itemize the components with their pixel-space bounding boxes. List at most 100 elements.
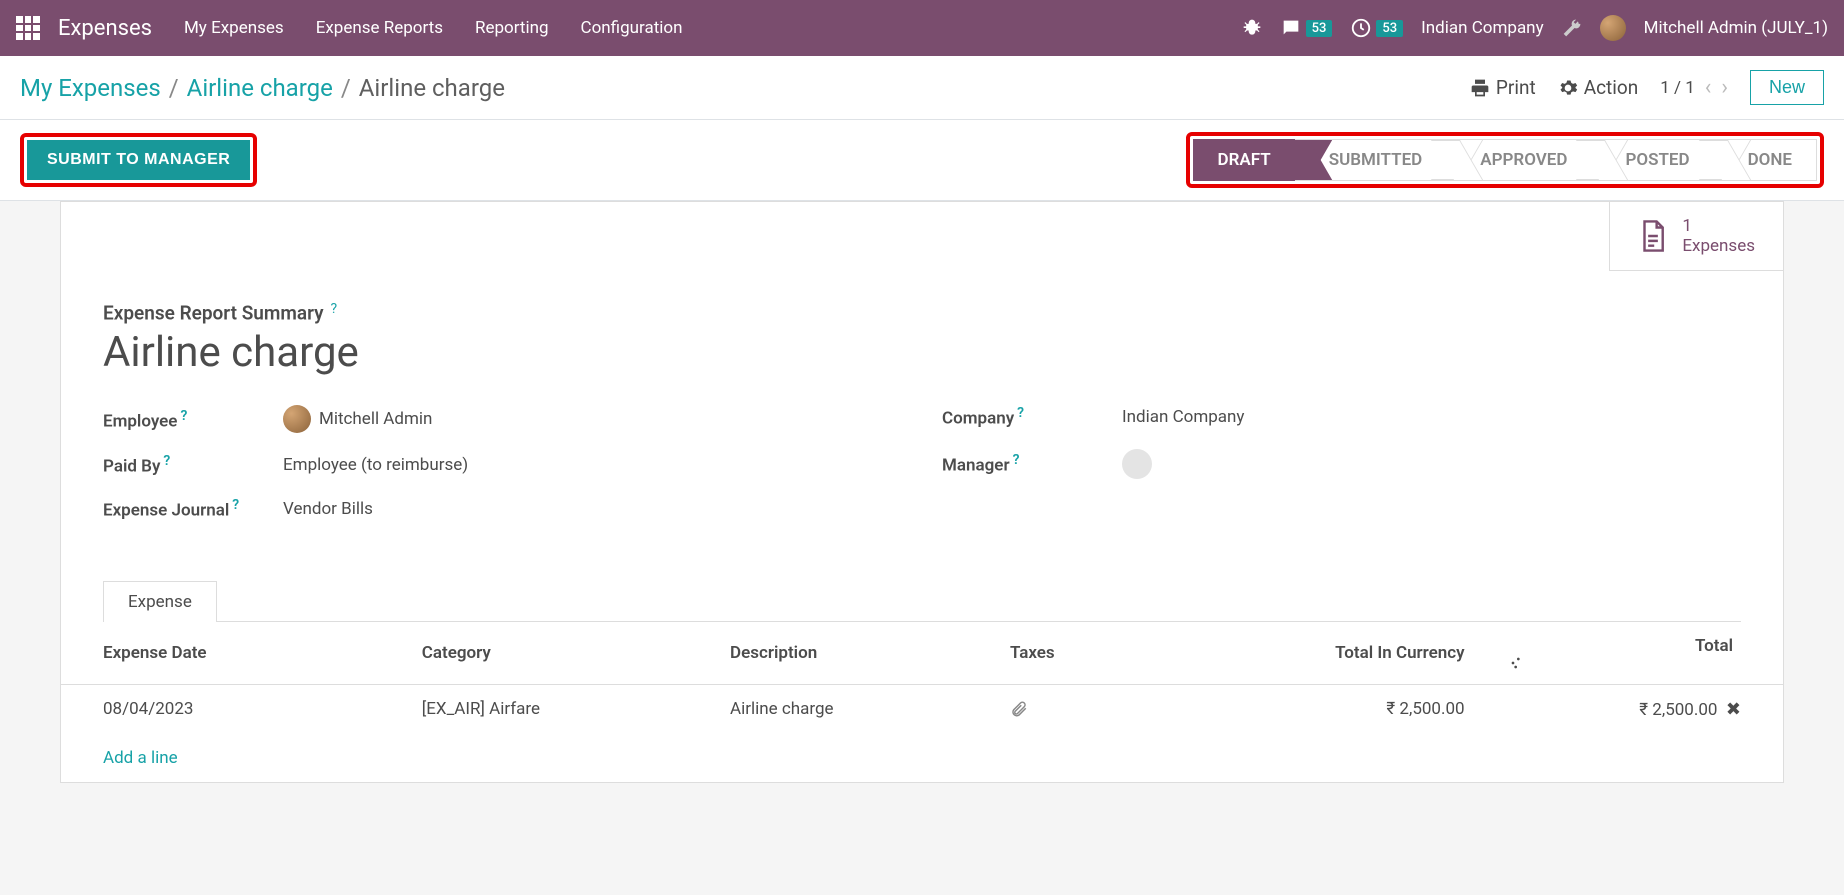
cell-total[interactable]: ₹ 2,500.00 ✖ xyxy=(1507,684,1783,734)
pager-text: 1 / 1 xyxy=(1660,78,1695,98)
print-label: Print xyxy=(1496,76,1536,99)
value-employee[interactable]: Mitchell Admin xyxy=(283,405,432,433)
breadcrumb-mid[interactable]: Airline charge xyxy=(187,74,333,102)
file-icon xyxy=(1638,219,1668,253)
label-employee: Employee? xyxy=(103,408,283,432)
form-sheet: 1 Expenses Expense Report Summary ? Airl… xyxy=(60,201,1784,783)
form-col-left: Employee? Mitchell Admin Paid By? Employ… xyxy=(103,405,902,540)
bug-icon[interactable] xyxy=(1242,18,1262,38)
th-date[interactable]: Expense Date xyxy=(61,622,422,685)
new-button[interactable]: New xyxy=(1750,70,1824,105)
column-settings-icon[interactable] xyxy=(1507,656,1741,670)
gear-icon xyxy=(1558,78,1578,98)
pager-prev[interactable]: ‹ xyxy=(1705,75,1712,100)
pager-next[interactable]: › xyxy=(1721,75,1728,100)
row-company: Company? Indian Company xyxy=(942,405,1741,429)
expense-table: Expense Date Category Description Taxes … xyxy=(61,622,1783,734)
th-total[interactable]: Total xyxy=(1507,622,1783,685)
th-description[interactable]: Description xyxy=(730,622,1010,685)
help-icon[interactable]: ? xyxy=(180,408,187,424)
value-journal[interactable]: Vendor Bills xyxy=(283,499,373,519)
apps-icon[interactable] xyxy=(16,16,40,40)
label-manager: Manager? xyxy=(942,452,1122,476)
th-taxes[interactable]: Taxes xyxy=(1010,622,1177,685)
attachment-icon[interactable] xyxy=(1010,700,1135,718)
breadcrumb-current: Airline charge xyxy=(359,74,505,102)
row-employee: Employee? Mitchell Admin xyxy=(103,405,902,433)
stat-count: 1 xyxy=(1682,216,1755,236)
label-company: Company? xyxy=(942,405,1122,429)
stat-text: 1 Expenses xyxy=(1682,216,1755,256)
nav-expense-reports[interactable]: Expense Reports xyxy=(316,18,443,38)
help-icon[interactable]: ? xyxy=(1017,405,1024,421)
messages-badge: 53 xyxy=(1306,20,1333,37)
cell-date[interactable]: 08/04/2023 xyxy=(61,684,422,734)
label-journal: Expense Journal? xyxy=(103,497,283,521)
cell-total-currency[interactable]: ₹ 2,500.00 xyxy=(1177,684,1507,734)
th-total-currency[interactable]: Total In Currency xyxy=(1177,622,1507,685)
value-paid-by[interactable]: Employee (to reimburse) xyxy=(283,455,468,475)
breadcrumb-sep: / xyxy=(341,74,351,102)
pager: 1 / 1 ‹ › xyxy=(1660,75,1728,100)
status-bar: DRAFT SUBMITTED APPROVED POSTED DONE xyxy=(1193,139,1818,181)
help-icon[interactable]: ? xyxy=(163,453,170,469)
sheet-body: Expense Report Summary ? Airline charge … xyxy=(61,271,1783,561)
employee-avatar xyxy=(283,405,311,433)
row-journal: Expense Journal? Vendor Bills xyxy=(103,497,902,521)
user-avatar[interactable] xyxy=(1600,15,1626,41)
user-name[interactable]: Mitchell Admin (JULY_1) xyxy=(1644,18,1828,38)
action-bar: SUBMIT TO MANAGER DRAFT SUBMITTED APPROV… xyxy=(0,120,1844,201)
tabs: Expense xyxy=(103,581,1741,622)
nav-configuration[interactable]: Configuration xyxy=(581,18,683,38)
help-icon[interactable]: ? xyxy=(331,301,338,317)
nav-my-expenses[interactable]: My Expenses xyxy=(184,18,284,38)
form-grid: Employee? Mitchell Admin Paid By? Employ… xyxy=(103,405,1741,540)
action-label: Action xyxy=(1584,76,1639,99)
breadcrumb: My Expenses / Airline charge / Airline c… xyxy=(20,74,505,102)
messages-icon[interactable]: 53 xyxy=(1280,17,1333,39)
control-bar: My Expenses / Airline charge / Airline c… xyxy=(0,56,1844,120)
nav-reporting[interactable]: Reporting xyxy=(475,18,549,38)
row-paid-by: Paid By? Employee (to reimburse) xyxy=(103,453,902,477)
stat-label: Expenses xyxy=(1682,236,1755,256)
sheet-container: 1 Expenses Expense Report Summary ? Airl… xyxy=(0,201,1844,823)
delete-row-icon[interactable]: ✖ xyxy=(1726,699,1741,720)
table-row[interactable]: 08/04/2023 [EX_AIR] Airfare Airline char… xyxy=(61,684,1783,734)
label-paid-by: Paid By? xyxy=(103,453,283,477)
company-selector[interactable]: Indian Company xyxy=(1421,18,1543,38)
brand-title[interactable]: Expenses xyxy=(58,16,152,41)
row-manager: Manager? xyxy=(942,449,1741,479)
breadcrumb-root[interactable]: My Expenses xyxy=(20,74,161,102)
nav-right: 53 53 Indian Company Mitchell Admin (JUL… xyxy=(1242,15,1828,41)
cell-taxes[interactable] xyxy=(1010,684,1177,734)
th-category[interactable]: Category xyxy=(422,622,730,685)
activities-badge: 53 xyxy=(1376,20,1403,37)
submit-to-manager-button[interactable]: SUBMIT TO MANAGER xyxy=(27,140,250,180)
table-header-row: Expense Date Category Description Taxes … xyxy=(61,622,1783,685)
summary-label-row: Expense Report Summary ? xyxy=(103,301,1741,324)
print-icon xyxy=(1470,78,1490,98)
control-right: Print Action 1 / 1 ‹ › New xyxy=(1470,70,1824,105)
highlight-status: DRAFT SUBMITTED APPROVED POSTED DONE xyxy=(1186,132,1825,188)
nav-menu: My Expenses Expense Reports Reporting Co… xyxy=(184,18,683,38)
cell-category[interactable]: [EX_AIR] Airfare xyxy=(422,684,730,734)
status-draft[interactable]: DRAFT xyxy=(1193,139,1295,181)
value-company[interactable]: Indian Company xyxy=(1122,407,1244,427)
value-manager[interactable] xyxy=(1122,449,1152,479)
print-button[interactable]: Print xyxy=(1470,76,1536,99)
navbar: Expenses My Expenses Expense Reports Rep… xyxy=(0,0,1844,56)
stat-expenses-button[interactable]: 1 Expenses xyxy=(1609,202,1783,271)
add-line-button[interactable]: Add a line xyxy=(61,734,1783,782)
cell-description[interactable]: Airline charge xyxy=(730,684,1010,734)
wrench-icon[interactable] xyxy=(1562,18,1582,38)
breadcrumb-sep: / xyxy=(169,74,179,102)
help-icon[interactable]: ? xyxy=(1013,452,1020,468)
summary-title[interactable]: Airline charge xyxy=(103,328,1741,377)
activities-icon[interactable]: 53 xyxy=(1350,17,1403,39)
action-button[interactable]: Action xyxy=(1558,76,1639,99)
highlight-submit: SUBMIT TO MANAGER xyxy=(20,133,257,187)
summary-label: Expense Report Summary xyxy=(103,301,324,324)
tab-expense[interactable]: Expense xyxy=(103,581,217,622)
help-icon[interactable]: ? xyxy=(232,497,239,513)
manager-avatar xyxy=(1122,449,1152,479)
